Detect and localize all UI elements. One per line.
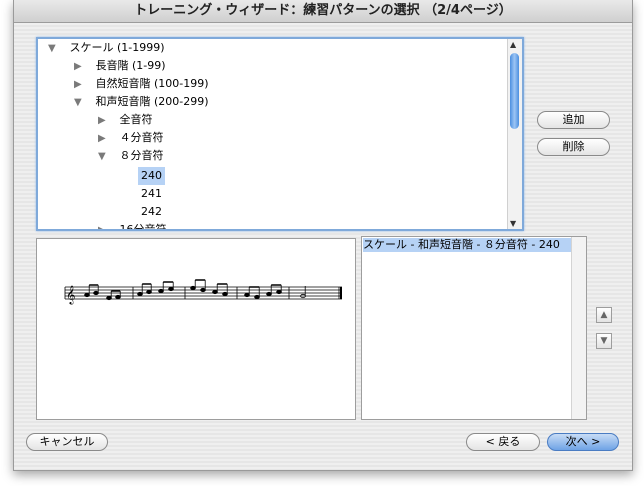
back-button[interactable]: < 戻る [466,433,540,451]
add-button[interactable]: 追加 [537,111,610,129]
tree-row-240-selected[interactable]: 240 [138,167,165,185]
pattern-tree[interactable]: ▼ スケール (1-1999) ▶ 長音階 (1-99) ▶ 自然短音階 (10… [36,37,524,231]
triangle-right-icon[interactable]: ▶ [98,112,108,130]
wizard-body: ▼ スケール (1-1999) ▶ 長音階 (1-99) ▶ 自然短音階 (10… [14,23,632,470]
tree-row-label: 全音符 [119,113,153,126]
scroll-up-arrow-icon[interactable]: ▲ [510,40,516,49]
training-wizard-window: トレーニング・ウィザード：練習パターンの選択 （2/4ページ） ▼ スケール (… [13,0,633,471]
scroll-down-arrow-icon[interactable]: ▼ [510,219,516,228]
tree-row-major[interactable]: ▶ 長音階 (1-99) [74,57,166,75]
tree-row-241[interactable]: 241 [141,185,162,203]
tree-row-scale[interactable]: ▼ スケール (1-1999) [48,39,165,57]
tree-row-harmonic-minor[interactable]: ▼ 和声短音階 (200-299) [74,93,209,111]
triangle-down-icon[interactable]: ▼ [74,94,84,112]
next-button[interactable]: 次へ > [547,433,619,451]
tree-row-whole-note[interactable]: ▶ 全音符 [98,111,153,129]
triangle-right-icon[interactable]: ▶ [98,130,108,148]
treble-clef-icon: 𝄞 [66,285,75,305]
tree-row-242[interactable]: 242 [141,203,162,221]
tree-row-eighth-note[interactable]: ▼ ８分音符 [98,147,164,165]
music-staff: 𝄞 [64,279,342,305]
tree-row-label: ４分音符 [119,131,164,144]
triangle-right-icon[interactable]: ▶ [74,58,84,76]
tree-row-label: 和声短音階 (200-299) [95,95,209,108]
window-title: トレーニング・ウィザード：練習パターンの選択 （2/4ページ） [14,0,632,23]
score-preview: 𝄞 [36,238,356,420]
triangle-down-icon[interactable]: ▼ [48,40,58,58]
tree-row-label: 長音階 (1-99) [95,59,166,72]
tree-row-label: 16分音符 [119,223,167,231]
chevron-up-icon[interactable]: ▲ [596,307,612,323]
tree-scrollbar[interactable]: ▲ ▼ [507,39,522,229]
cancel-button[interactable]: キャンセル [26,433,108,451]
chevron-down-icon[interactable]: ▼ [596,333,612,349]
triangle-down-icon[interactable]: ▼ [98,148,108,166]
tree-row-sixteenth-note[interactable]: ▶ 16分音符 [98,221,167,231]
selected-patterns-list[interactable]: スケール - 和声短音階 - ８分音符 - 240 [361,236,587,420]
tree-row-quarter-note[interactable]: ▶ ４分音符 [98,129,164,147]
tree-row-label: スケール (1-1999) [69,41,165,54]
list-item[interactable]: スケール - 和声短音階 - ８分音符 - 240 [363,238,571,252]
tree-row-label: 自然短音階 (100-199) [95,77,209,90]
tree-row-natural-minor[interactable]: ▶ 自然短音階 (100-199) [74,75,209,93]
tree-row-label: ８分音符 [119,149,164,162]
triangle-right-icon[interactable]: ▶ [98,222,108,229]
tree-scroll-thumb[interactable] [510,53,519,129]
triangle-right-icon[interactable]: ▶ [74,76,84,94]
remove-button[interactable]: 削除 [537,138,610,156]
list-scrollbar[interactable] [571,237,586,419]
